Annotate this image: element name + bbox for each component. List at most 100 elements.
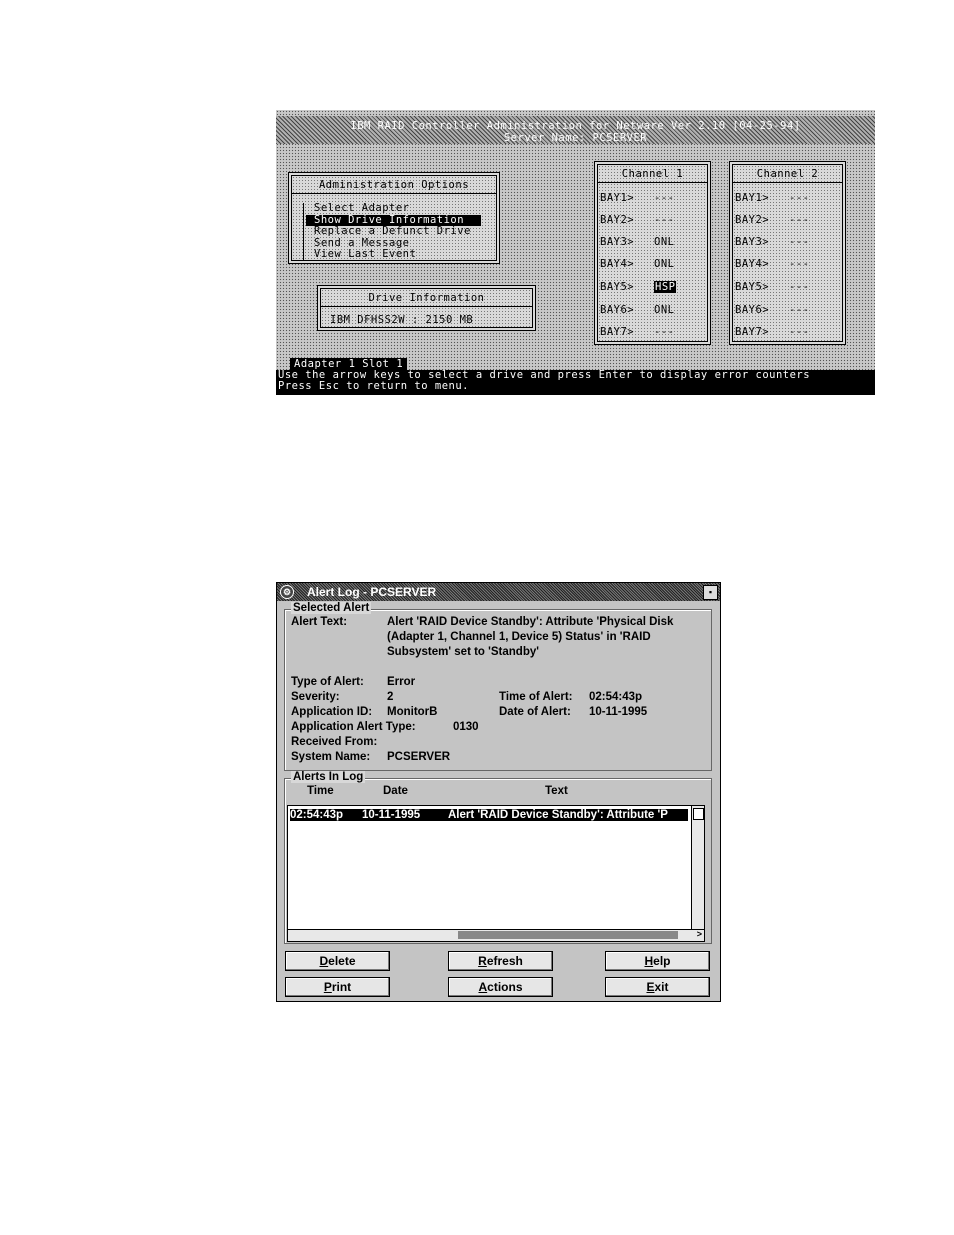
row-date: 10-11-1995: [362, 809, 421, 821]
table-row[interactable]: 02:54:43p 10-11-1995 Alert 'RAID Device …: [290, 809, 688, 821]
vertical-scroll-thumb[interactable]: [693, 808, 704, 820]
raid-admin-title-bar: IBM RAID Controller Administration for N…: [276, 116, 875, 144]
bay-label: BAY5>: [735, 281, 770, 293]
raid-admin-title: IBM RAID Controller Administration for N…: [350, 120, 801, 132]
alert-text-line-3: Subsystem' set to 'Standby': [387, 646, 539, 658]
channel-1-bay-3[interactable]: BAY3> ONL: [600, 236, 674, 248]
bay-label: BAY3>: [735, 236, 770, 248]
row-text: Alert 'RAID Device Standby': Attribute '…: [448, 809, 668, 821]
severity-label: Severity:: [291, 691, 340, 703]
raid-admin-screen: IBM RAID Controller Administration for N…: [276, 110, 875, 395]
bay-status: ONL: [654, 236, 675, 248]
server-name: Server Name: PCSERVER: [503, 132, 648, 144]
received-from-label: Received From:: [291, 736, 378, 748]
alert-text-line-2: (Adapter 1, Channel 1, Device 5) Status'…: [387, 631, 651, 643]
channel-1-bay-7[interactable]: BAY7> ---: [600, 326, 674, 338]
window-title-bar[interactable]: ⚙ Alert Log - PCSERVER ▪: [277, 583, 720, 601]
bay-status: ---: [789, 258, 810, 270]
channel-2-bay-5[interactable]: BAY5> ---: [735, 281, 809, 293]
time-of-alert-value: 02:54:43p: [589, 691, 643, 703]
type-of-alert-label: Type of Alert:: [291, 676, 364, 688]
bay-label: BAY7>: [600, 326, 635, 338]
window-title: Alert Log - PCSERVER: [307, 585, 437, 599]
status-help-line-2: Press Esc to return to menu.: [278, 380, 470, 392]
bay-label: BAY4>: [735, 258, 770, 270]
channel-2-bay-4[interactable]: BAY4> ---: [735, 258, 809, 270]
channel-1-bay-4[interactable]: BAY4> ONL: [600, 258, 674, 270]
bay-status: ---: [789, 236, 810, 248]
exit-button[interactable]: Exit: [605, 977, 710, 997]
menu-item-view-last-event[interactable]: View Last Event: [314, 248, 489, 261]
bay-status: ---: [654, 214, 675, 226]
bay-label: BAY7>: [735, 326, 770, 338]
severity-value: 2: [387, 691, 394, 703]
bay-status: ---: [789, 304, 810, 316]
administration-options-menu: Select Adapter Show Drive Information Re…: [303, 202, 489, 261]
channel-2-bay-2[interactable]: BAY2> ---: [735, 214, 809, 226]
channel-2-header: Channel 2: [733, 165, 842, 183]
channel-1-bay-2[interactable]: BAY2> ---: [600, 214, 674, 226]
bay-status: ---: [654, 192, 675, 204]
channel-2-bay-1[interactable]: BAY1> ---: [735, 192, 809, 204]
drive-information-header: Drive Information: [321, 289, 532, 307]
channel-1-bay-1[interactable]: BAY1> ---: [600, 192, 674, 204]
bay-label: BAY2>: [600, 214, 635, 226]
channel-2-bay-6[interactable]: BAY6> ---: [735, 304, 809, 316]
channel-1-bay-5[interactable]: BAY5> HSP: [600, 281, 677, 293]
bay-status: ---: [789, 281, 810, 293]
bay-label: BAY1>: [735, 192, 770, 204]
delete-button[interactable]: Delete: [285, 951, 390, 971]
date-of-alert-value: 10-11-1995: [589, 706, 648, 718]
selected-alert-group: Selected Alert Alert Text: Alert 'RAID D…: [284, 602, 712, 771]
bay-label: BAY1>: [600, 192, 635, 204]
date-of-alert-label: Date of Alert:: [499, 706, 571, 718]
menu-item-select-adapter[interactable]: Select Adapter: [314, 202, 489, 215]
alerts-in-log-label: Alerts In Log: [291, 771, 366, 783]
channel-1-bay-6[interactable]: BAY6> ONL: [600, 304, 674, 316]
bay-status: ONL: [654, 258, 675, 270]
type-of-alert-value: Error: [387, 676, 416, 688]
channel-1-header: Channel 1: [598, 165, 707, 183]
bay-status-selected: HSP: [654, 281, 677, 293]
row-time: 02:54:43p: [290, 809, 344, 821]
application-id-label: Application ID:: [291, 706, 373, 718]
application-id-value: MonitorB: [387, 706, 438, 718]
column-header-time[interactable]: Time: [307, 785, 334, 797]
alert-log-window: ⚙ Alert Log - PCSERVER ▪ Selected Alert …: [276, 582, 721, 1002]
close-icon[interactable]: ▪: [703, 585, 718, 600]
status-bar: Adapter 1 Slot 1 Use the arrow keys to s…: [276, 358, 875, 395]
system-menu-icon[interactable]: ⚙: [280, 585, 294, 599]
horizontal-scrollbar[interactable]: >: [288, 929, 704, 941]
bay-label: BAY6>: [600, 304, 635, 316]
application-alert-type-value: 0130: [453, 721, 479, 733]
channel-2-bay-3[interactable]: BAY3> ---: [735, 236, 809, 248]
bay-label: BAY6>: [735, 304, 770, 316]
print-button[interactable]: Print: [285, 977, 390, 997]
system-name-value: PCSERVER: [387, 751, 451, 763]
alert-text-line-1: Alert 'RAID Device Standby': Attribute '…: [387, 616, 674, 628]
horizontal-scroll-thumb[interactable]: [458, 931, 678, 939]
selected-alert-label: Selected Alert: [291, 602, 372, 614]
bay-status: ONL: [654, 304, 675, 316]
actions-button[interactable]: Actions: [448, 977, 553, 997]
administration-options-panel: Administration Options Select Adapter Sh…: [288, 172, 500, 264]
channel-2-bay-7[interactable]: BAY7> ---: [735, 326, 809, 338]
bay-status: ---: [789, 326, 810, 338]
application-alert-type-label: Application Alert Type:: [291, 721, 416, 733]
bay-label: BAY5>: [600, 281, 635, 293]
bay-label: BAY4>: [600, 258, 635, 270]
column-header-date[interactable]: Date: [383, 785, 408, 797]
refresh-button[interactable]: Refresh: [448, 951, 553, 971]
alert-text-label: Alert Text:: [291, 616, 348, 628]
bay-status: ---: [789, 192, 810, 204]
alerts-list[interactable]: 02:54:43p 10-11-1995 Alert 'RAID Device …: [287, 805, 705, 942]
column-header-text[interactable]: Text: [545, 785, 568, 797]
time-of-alert-label: Time of Alert:: [499, 691, 573, 703]
scroll-right-arrow-icon[interactable]: >: [697, 929, 702, 939]
vertical-scrollbar[interactable]: [691, 806, 704, 929]
bay-status: ---: [654, 326, 675, 338]
menu-item-replace-defunct-drive[interactable]: Replace a Defunct Drive: [314, 225, 489, 238]
administration-options-header: Administration Options: [292, 176, 496, 194]
help-button[interactable]: Help: [605, 951, 710, 971]
drive-information-text: IBM DFHSS2W : 2150 MB: [330, 314, 474, 326]
